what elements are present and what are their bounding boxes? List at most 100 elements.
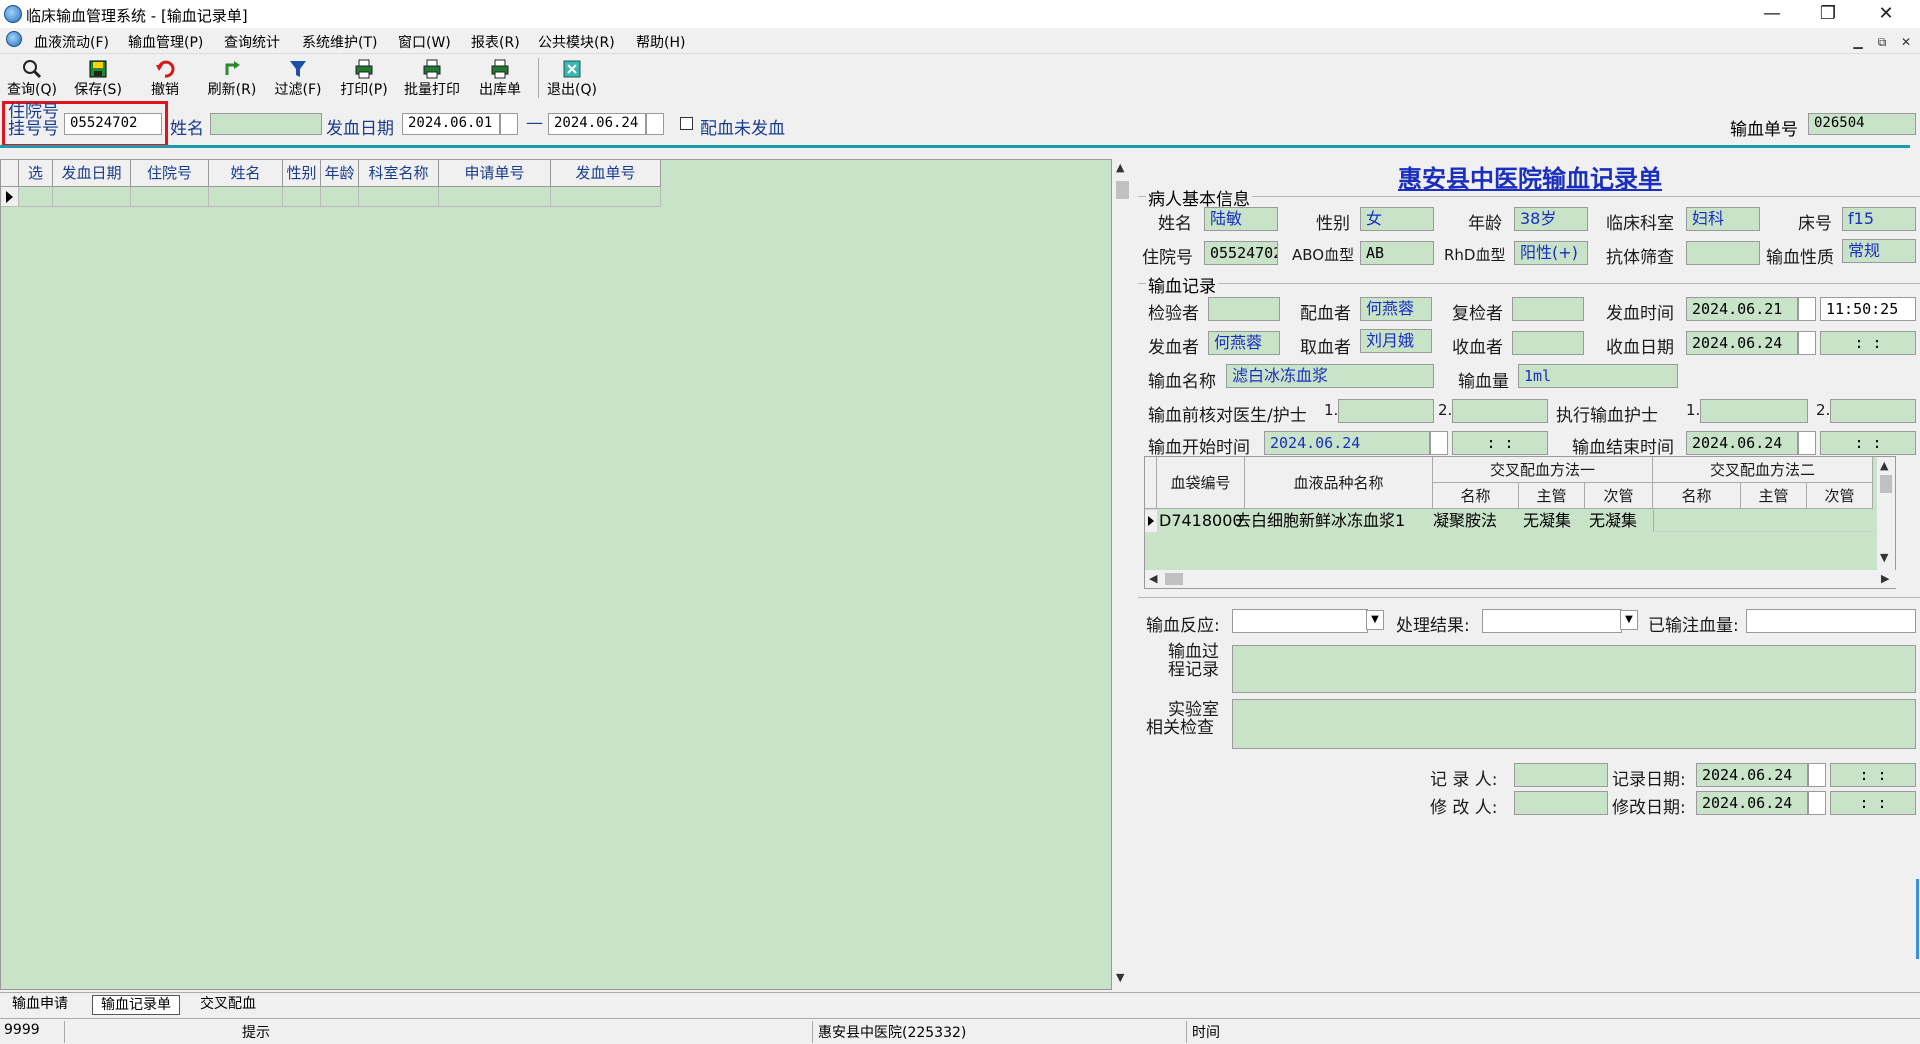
table-h-scrollbar[interactable]: ◀ ▶ [1145, 570, 1897, 588]
abo-field[interactable]: AB [1360, 241, 1434, 265]
col-m1-main[interactable]: 主管 [1519, 483, 1585, 509]
date-from-picker[interactable] [500, 113, 518, 135]
splitter-handle[interactable] [1916, 879, 1919, 959]
table-cell[interactable] [551, 187, 661, 207]
volume-field[interactable]: 1ml [1518, 364, 1678, 388]
receive-date-picker[interactable] [1798, 331, 1816, 355]
refresh-button[interactable]: 刷新(R) [200, 55, 264, 101]
table-cell[interactable] [209, 187, 283, 207]
receive-time-field[interactable]: : : [1820, 331, 1916, 355]
minimize-button[interactable]: — [1744, 0, 1800, 28]
product-cell[interactable]: 去白细胞新鲜冰冻血浆1 [1235, 510, 1405, 532]
table-cell[interactable] [321, 187, 359, 207]
m2-empty-cells[interactable] [1653, 510, 1873, 532]
tab-cross-match[interactable]: 交叉配血 [192, 995, 264, 1015]
antibody-field[interactable] [1686, 241, 1760, 265]
nature-field[interactable]: 常规 [1842, 239, 1916, 263]
menu-window[interactable]: 窗口(W) [398, 32, 451, 52]
v-scroll-thumb[interactable] [1880, 475, 1892, 493]
sex-field[interactable]: 女 [1360, 207, 1434, 231]
record-time-field[interactable]: : : [1830, 763, 1916, 787]
table-cell[interactable] [439, 187, 551, 207]
scroll-left-icon[interactable]: ◀ [1149, 572, 1157, 585]
issue-date-picker[interactable] [1798, 297, 1816, 321]
col-request-no[interactable]: 申请单号 [439, 160, 551, 187]
checker-field[interactable] [1208, 297, 1280, 321]
precheck-nurse-field[interactable] [1452, 399, 1548, 423]
reaction-select[interactable] [1232, 609, 1368, 633]
rhd-field[interactable]: 阳性(+) [1514, 241, 1588, 265]
table-v-scrollbar[interactable]: ▲ ▼ [1877, 457, 1895, 570]
patient-name-field[interactable]: 陆敏 [1204, 207, 1278, 231]
age-field[interactable]: 38岁 [1514, 207, 1588, 231]
unissued-checkbox[interactable] [680, 117, 693, 130]
col-select[interactable]: 选 [19, 160, 53, 187]
start-date-field[interactable]: 2024.06.24 [1264, 431, 1430, 455]
exec-nurse-1-field[interactable] [1700, 399, 1808, 423]
col-name[interactable]: 姓名 [209, 160, 283, 187]
col-inpatient-no[interactable]: 住院号 [131, 160, 209, 187]
end-time-field[interactable]: : : [1820, 431, 1916, 455]
menu-query-stats[interactable]: 查询统计 [224, 32, 280, 52]
order-number-input[interactable]: 026504 [1808, 113, 1916, 135]
bag-number-cell[interactable]: D7418000 [1159, 510, 1243, 532]
close-button[interactable]: ✕ [1858, 0, 1914, 28]
exit-button[interactable]: 退出(Q) [540, 55, 604, 101]
col-dept[interactable]: 科室名称 [359, 160, 439, 187]
start-time-field[interactable]: : : [1452, 431, 1548, 455]
table-cell[interactable] [359, 187, 439, 207]
issue-date-field[interactable]: 2024.06.21 [1686, 297, 1798, 321]
m1-main-cell[interactable]: 无凝集 [1523, 510, 1571, 532]
tab-transfusion-record[interactable]: 输血记录单 [92, 995, 180, 1015]
menu-blood-flow[interactable]: 血液流动(F) [34, 32, 109, 52]
query-button[interactable]: 查询(Q) [0, 55, 64, 101]
scroll-thumb[interactable] [1116, 181, 1129, 199]
print-button[interactable]: 打印(P) [332, 55, 396, 101]
menu-help[interactable]: 帮助(H) [636, 32, 685, 52]
issuer-field[interactable]: 何燕蓉 [1208, 331, 1280, 355]
app-menu-icon[interactable] [6, 31, 22, 47]
modifier-field[interactable] [1514, 791, 1608, 815]
col-issue-no[interactable]: 发血单号 [551, 160, 661, 187]
table-cell[interactable] [19, 187, 53, 207]
inpatient-field[interactable]: 05524702 [1204, 241, 1278, 265]
receiver-field[interactable] [1512, 331, 1584, 355]
record-date-picker[interactable] [1808, 763, 1826, 787]
result-select[interactable] [1482, 609, 1622, 633]
menu-transfusion[interactable]: 输血管理(P) [128, 32, 203, 52]
rechecker-field[interactable] [1512, 297, 1584, 321]
mdi-close-icon[interactable]: ✕ [1896, 32, 1916, 52]
filter-button[interactable]: 过滤(F) [266, 55, 330, 101]
receive-date-field[interactable]: 2024.06.24 [1686, 331, 1798, 355]
scroll-right-icon[interactable]: ▶ [1881, 572, 1889, 585]
scroll-up-icon[interactable]: ▲ [1116, 161, 1124, 174]
m1-minor-cell[interactable]: 无凝集 [1589, 510, 1637, 532]
col-m1-minor[interactable]: 次管 [1585, 483, 1653, 509]
process-record-textarea[interactable] [1232, 645, 1916, 693]
row-indicator[interactable] [1145, 510, 1157, 532]
mdi-restore-icon[interactable]: ⧉ [1872, 32, 1892, 52]
issue-list-grid[interactable]: 选 发血日期 住院号 姓名 性别 年龄 科室名称 申请单号 发血单号 [0, 159, 1112, 990]
date-to-input[interactable]: 2024.06.24 [548, 113, 646, 135]
menu-system[interactable]: 系统维护(T) [302, 32, 377, 52]
mdi-minimize-icon[interactable]: ▁ [1848, 32, 1868, 52]
col-m2-name[interactable]: 名称 [1653, 483, 1741, 509]
m1-name-cell[interactable]: 凝聚胺法 [1433, 510, 1497, 532]
batch-print-button[interactable]: 批量打印 [400, 55, 464, 101]
dept-field[interactable]: 妇科 [1686, 207, 1760, 231]
left-scrollbar[interactable]: ▲ ▼ [1112, 159, 1133, 990]
tab-transfusion-request[interactable]: 输血申请 [4, 995, 76, 1015]
matcher-field[interactable]: 何燕蓉 [1360, 297, 1432, 321]
undo-button[interactable]: 撤销 [133, 55, 197, 101]
row-indicator[interactable] [1, 187, 19, 207]
date-from-input[interactable]: 2024.06.01 [402, 113, 500, 135]
col-bag-number[interactable]: 血袋编号 [1157, 457, 1245, 509]
col-issue-date[interactable]: 发血日期 [53, 160, 131, 187]
col-sex[interactable]: 性别 [283, 160, 321, 187]
col-m2-main[interactable]: 主管 [1741, 483, 1807, 509]
col-age[interactable]: 年龄 [321, 160, 359, 187]
menu-report[interactable]: 报表(R) [471, 32, 520, 52]
menu-public[interactable]: 公共模块(R) [538, 32, 615, 52]
col-m1-name[interactable]: 名称 [1433, 483, 1519, 509]
modify-date-field[interactable]: 2024.06.24 [1696, 791, 1808, 815]
